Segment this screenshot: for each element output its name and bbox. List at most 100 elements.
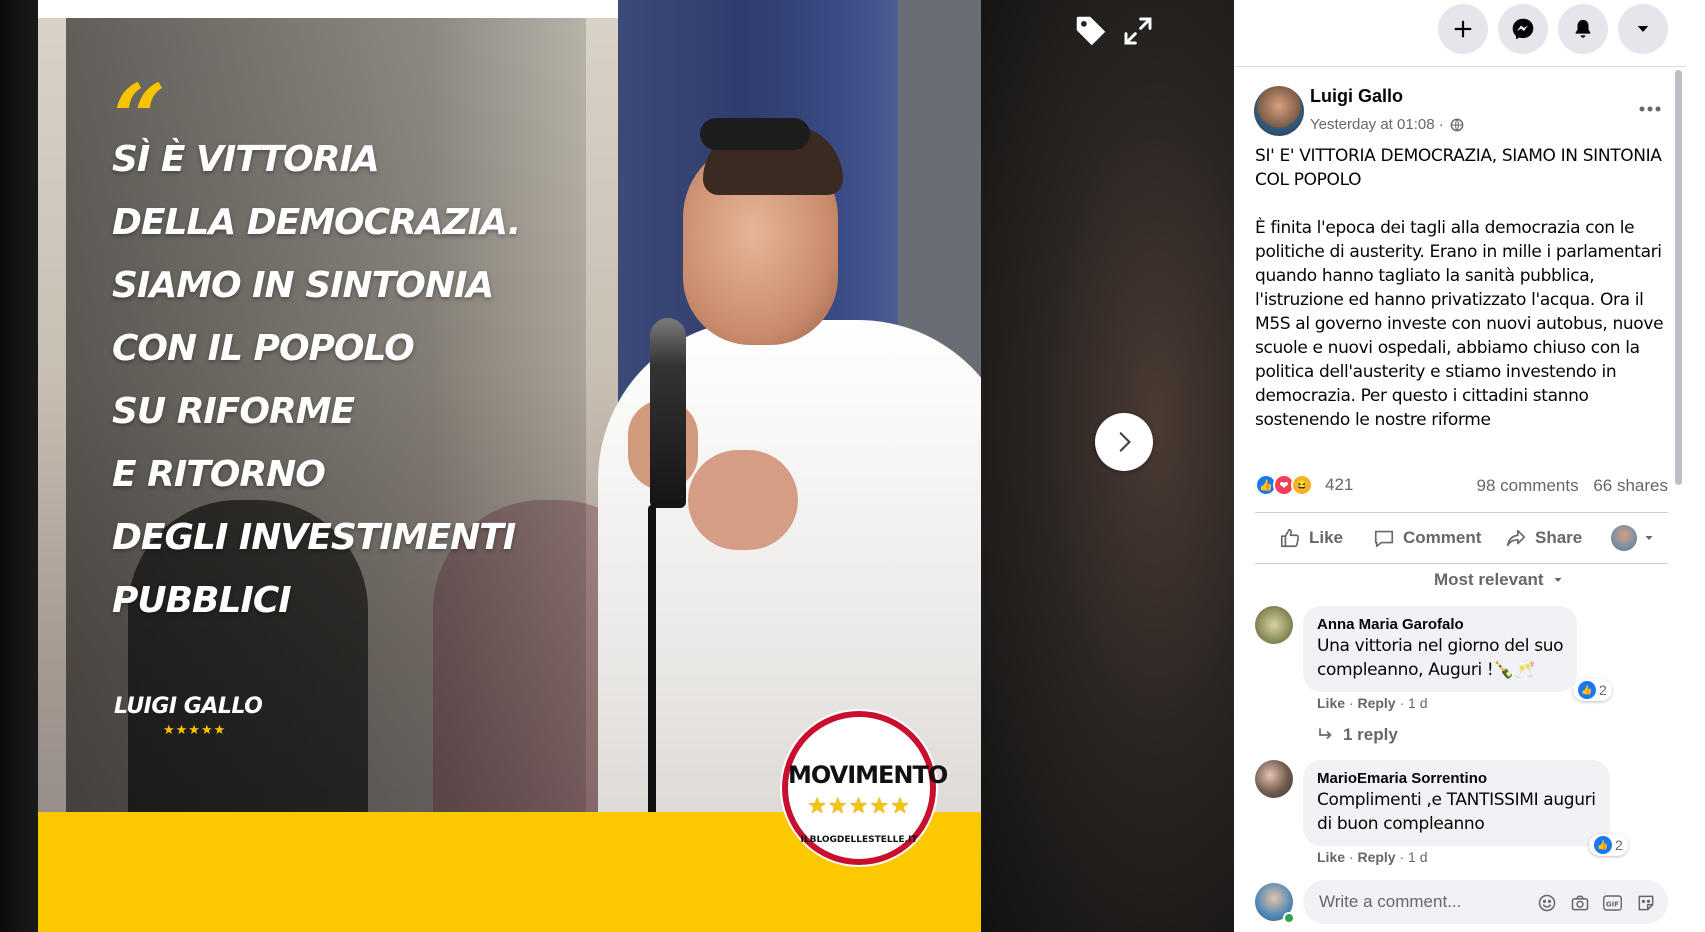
logo-url: ILBLOGDELLESTELLE.IT [800,835,918,845]
quote-line: E RITORNO [112,454,326,495]
share-button[interactable]: Share [1505,527,1582,549]
author-name[interactable]: Luigi Gallo [1310,86,1403,107]
comment-reactions[interactable]: 👍 2 [1589,834,1628,856]
comment-age: · 1 d [1399,849,1428,865]
signature-stars: ★★★★★ [163,722,227,737]
post-text: SI' E' VITTORIA DEMOCRAZIA, SIAMO IN SIN… [1255,144,1668,456]
globe-icon [1450,118,1464,131]
gif-button[interactable]: GIF [1602,892,1623,913]
quote-line: SIAMO IN SINTONIA [112,265,494,306]
post-timestamp[interactable]: Yesterday at 01:08 · [1310,116,1444,133]
messenger-button[interactable] [1498,4,1548,54]
quote-text: SÌ È VITTORIA DELLA DEMOCRAZIA. SIAMO IN S… [112,128,521,632]
comment-sort-dropdown[interactable]: Most relevant [1434,570,1564,590]
like-reaction-icon: 👍 [1578,681,1596,699]
comment-input[interactable]: Write a comment... GIF [1303,880,1668,924]
quote-line: CON IL POPOLO [112,328,415,369]
post-photo[interactable]: “ SÌ È VITTORIA DELLA DEMOCRAZIA. SIAMO IN… [38,0,981,932]
comment-tools: GIF [1536,892,1656,913]
notifications-button[interactable] [1558,4,1608,54]
shares-count[interactable]: 66 shares [1593,476,1668,495]
logo-stars: ★★★★★ [807,793,911,818]
quote-line: SU RIFORME [112,391,355,432]
photo-button[interactable] [1569,892,1590,913]
view-replies-link[interactable]: 1 reply [1317,725,1398,745]
quote-line: DEGLI INVESTIMENTI [112,517,516,558]
commenter-name[interactable]: Anna Maria Garofalo [1317,616,1563,634]
comment-age: · 1 d [1399,695,1428,711]
create-button[interactable] [1438,4,1488,54]
comment-placeholder: Write a comment... [1319,892,1462,911]
post-as-selector[interactable] [1611,525,1655,551]
commenter-avatar[interactable] [1255,606,1293,644]
plus-icon [1454,20,1472,38]
tag-icon [1076,16,1106,46]
like-label: Like [1309,528,1344,547]
comment-button[interactable]: Comment [1373,527,1481,549]
online-status-dot [1283,912,1295,924]
more-icon [1639,106,1661,112]
comment-like-link[interactable]: Like [1317,849,1345,865]
svg-text:GIF: GIF [1606,900,1619,908]
messenger-icon [1512,18,1534,40]
comment-text: di buon compleanno [1317,814,1485,834]
emoji-icon [1538,894,1555,911]
sort-label: Most relevant [1434,570,1544,589]
comment-bubble: Anna Maria Garofalo Una vittoria nel gio… [1303,606,1578,692]
expand-button[interactable] [1117,10,1159,52]
post-paragraph: SI' E' VITTORIA DEMOCRAZIA, SIAMO IN SIN… [1255,146,1662,190]
commenter-avatar[interactable] [1255,760,1293,798]
comment-reaction-count: 2 [1599,682,1607,698]
tag-button[interactable] [1070,10,1112,52]
sticker-button[interactable] [1635,892,1656,913]
caret-down-icon [1645,536,1653,540]
logo-word: MOVIMENTO [788,761,948,789]
comment-reactions[interactable]: 👍 2 [1573,679,1612,701]
quote-line: SÌ È VITTORIA [112,139,380,180]
expand-icon [1124,17,1152,45]
comment-like-link[interactable]: Like [1317,695,1345,711]
gif-icon: GIF [1603,894,1622,911]
emoji-button[interactable] [1536,892,1557,913]
sticker-icon [1638,895,1653,910]
comments-count[interactable]: 98 comments [1477,476,1579,495]
caret-down-icon [1554,578,1562,582]
post-options-button[interactable] [1632,97,1668,121]
like-reaction-icon: 👍 [1594,836,1612,854]
comment-text: Complimenti ,e TANTISSIMI auguri [1317,790,1596,810]
quote-line: DELLA DEMOCRAZIA. [112,202,521,243]
comment-label: Comment [1403,528,1482,547]
comment-reply-link[interactable]: Reply [1357,695,1395,711]
thumbs-up-icon [1280,528,1300,548]
scrollbar-thumb[interactable] [1675,70,1682,485]
reactions-summary[interactable]: 👍 ❤ 😆 421 [1255,474,1353,496]
comment-text: compleanno, Auguri !🍾🥂 [1317,660,1535,680]
quote-line: PUBBLICI [112,580,292,621]
post-action-bar: Like Comment Share [1255,512,1668,564]
comment-text: Una vittoria nel giorno del suo [1317,636,1564,656]
post-stats: 98 comments 66 shares [1467,476,1668,496]
share-icon [1506,529,1526,547]
movimento-logo: MOVIMENTO ★★★★★ ILBLOGDELLESTELLE.IT [782,711,948,865]
top-bar [1234,0,1705,60]
caret-down-icon [1637,26,1649,32]
next-photo-button[interactable] [1095,413,1153,471]
camera-icon [1571,895,1588,910]
bell-icon [1575,19,1591,38]
comment-meta: Like · Reply · 1 d [1317,849,1428,865]
author-avatar[interactable] [1254,86,1304,136]
microphone [650,318,686,508]
post-paragraph: È finita l'epoca dei tagli alla democraz… [1255,218,1664,430]
photo-viewer: “ SÌ È VITTORIA DELLA DEMOCRAZIA. SIAMO IN… [0,0,1234,932]
photo-signature: LUIGI GALLO [114,694,263,719]
account-menu-button[interactable] [1618,4,1668,54]
haha-reaction-icon: 😆 [1291,474,1313,496]
like-button[interactable]: Like [1279,527,1343,549]
commenter-name[interactable]: MarioEmaria Sorrentino [1317,770,1596,788]
write-comment-box: Write a comment... GIF [1255,880,1668,924]
chevron-right-icon [1119,432,1131,452]
reply-arrow-icon [1319,728,1332,739]
comment-meta: Like · Reply · 1 d [1317,695,1428,711]
comment-reply-link[interactable]: Reply [1357,849,1395,865]
post-time: Yesterday at 01:08 · [1310,116,1464,133]
